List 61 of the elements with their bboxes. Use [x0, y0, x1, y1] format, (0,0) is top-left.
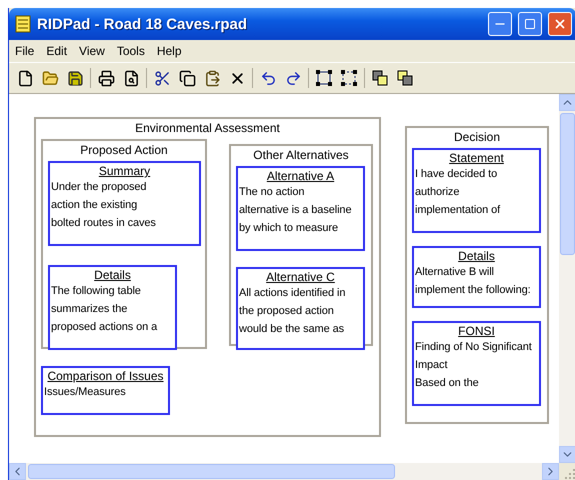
maximize-icon[interactable]	[524, 18, 536, 30]
note-title: Summary	[98, 164, 150, 178]
note-title: Comparison of Issues	[47, 369, 164, 383]
note-text: All actions identified in the proposed action would be the same as	[238, 286, 346, 337]
note-title: Statement	[449, 151, 504, 165]
note-card[interactable]: Alternative C All actions identified in the proposed action would be the same as	[236, 267, 365, 350]
note-text: The no action alternative is a baseline by which to measure	[238, 185, 352, 236]
print-preview-icon[interactable]	[122, 70, 140, 86]
note-text: Issues/Measures	[43, 385, 127, 400]
group-frame[interactable]	[34, 117, 381, 437]
close-button[interactable]	[548, 12, 572, 36]
resize-grip[interactable]	[559, 463, 575, 480]
note-text: Alternative B will implement the following:	[414, 265, 532, 298]
ungroup-icon[interactable]	[340, 69, 358, 87]
redo-icon[interactable]	[284, 70, 302, 86]
note-card[interactable]: Details The following table summarizes the proposed actions on a	[48, 265, 177, 350]
bring-to-front-icon[interactable]	[372, 70, 388, 86]
note-card[interactable]: FONSI Finding of No Significant Impact Based on the	[412, 321, 541, 406]
note-card[interactable]: Summary Under the proposed action the existing bolted routes in caves	[48, 161, 201, 246]
undo-icon[interactable]	[260, 70, 276, 86]
note-card[interactable]: Details Alternative B will implement the following:	[412, 246, 541, 308]
note-text: Under the proposed action the existing bolted routes in caves	[50, 180, 157, 231]
maximize-button[interactable]	[518, 12, 542, 36]
window-title: RIDPad - Road 18 Caves.rpad	[37, 16, 248, 32]
new-file-icon[interactable]	[16, 70, 34, 86]
minimize-button[interactable]	[488, 12, 512, 36]
group-title: Proposed Action	[80, 143, 168, 157]
group-icon[interactable]	[315, 69, 333, 87]
group-title: Environmental Assessment	[135, 121, 280, 135]
group-title: Decision	[454, 130, 500, 144]
group-frame[interactable]: Decision Statement I have decided to authorize implementation of Details Alternative B will implement the following: FONSI Finding of No Significant Impact Based on the	[405, 126, 549, 424]
note-title: Alternative C	[266, 270, 335, 284]
menu-item[interactable]: Tools	[116, 44, 145, 58]
save-icon[interactable]	[66, 70, 84, 86]
note-title: Details	[94, 268, 131, 282]
resize-grip-icon[interactable]	[565, 469, 575, 480]
note-title: Details	[458, 249, 495, 263]
menu-item[interactable]: Edit	[46, 44, 68, 58]
menu-item[interactable]: View	[79, 44, 105, 58]
printer-icon[interactable]	[98, 70, 114, 86]
notepad-icon	[15, 15, 31, 33]
send-to-back-icon[interactable]	[397, 70, 413, 86]
note-text: Finding of No Significant Impact Based on the	[414, 340, 533, 391]
cut-icon[interactable]	[154, 70, 170, 86]
paste-icon[interactable]	[204, 70, 220, 86]
close-icon[interactable]	[553, 17, 567, 31]
note-title: Alternative A	[266, 169, 334, 183]
open-folder-icon[interactable]	[42, 70, 58, 86]
note-card[interactable]: Comparison of Issues Issues/Measures	[41, 366, 170, 415]
note-card[interactable]: Statement I have decided to authorize implementation of	[412, 148, 541, 233]
menu-item[interactable]: File	[15, 44, 34, 58]
menu-item[interactable]: Help	[156, 44, 182, 58]
group-frame[interactable]: Proposed Action Summary Under the proposed action the existing bolted routes in caves Details The following table summarizes the proposed actions on a	[41, 139, 207, 349]
group-title: Other Alternatives	[253, 148, 349, 162]
copy-icon[interactable]	[178, 70, 196, 86]
note-text: I have decided to authorize implementation of	[414, 167, 502, 218]
note-card[interactable]: Alternative A The no action alternative is a baseline by which to measure	[236, 166, 365, 251]
scrollbar-thumb[interactable]	[28, 464, 395, 479]
note-text: The following table summarizes the proposed actions on a	[50, 284, 158, 335]
note-title: FONSI	[458, 324, 495, 338]
scrollbar-thumb[interactable]	[560, 113, 575, 255]
